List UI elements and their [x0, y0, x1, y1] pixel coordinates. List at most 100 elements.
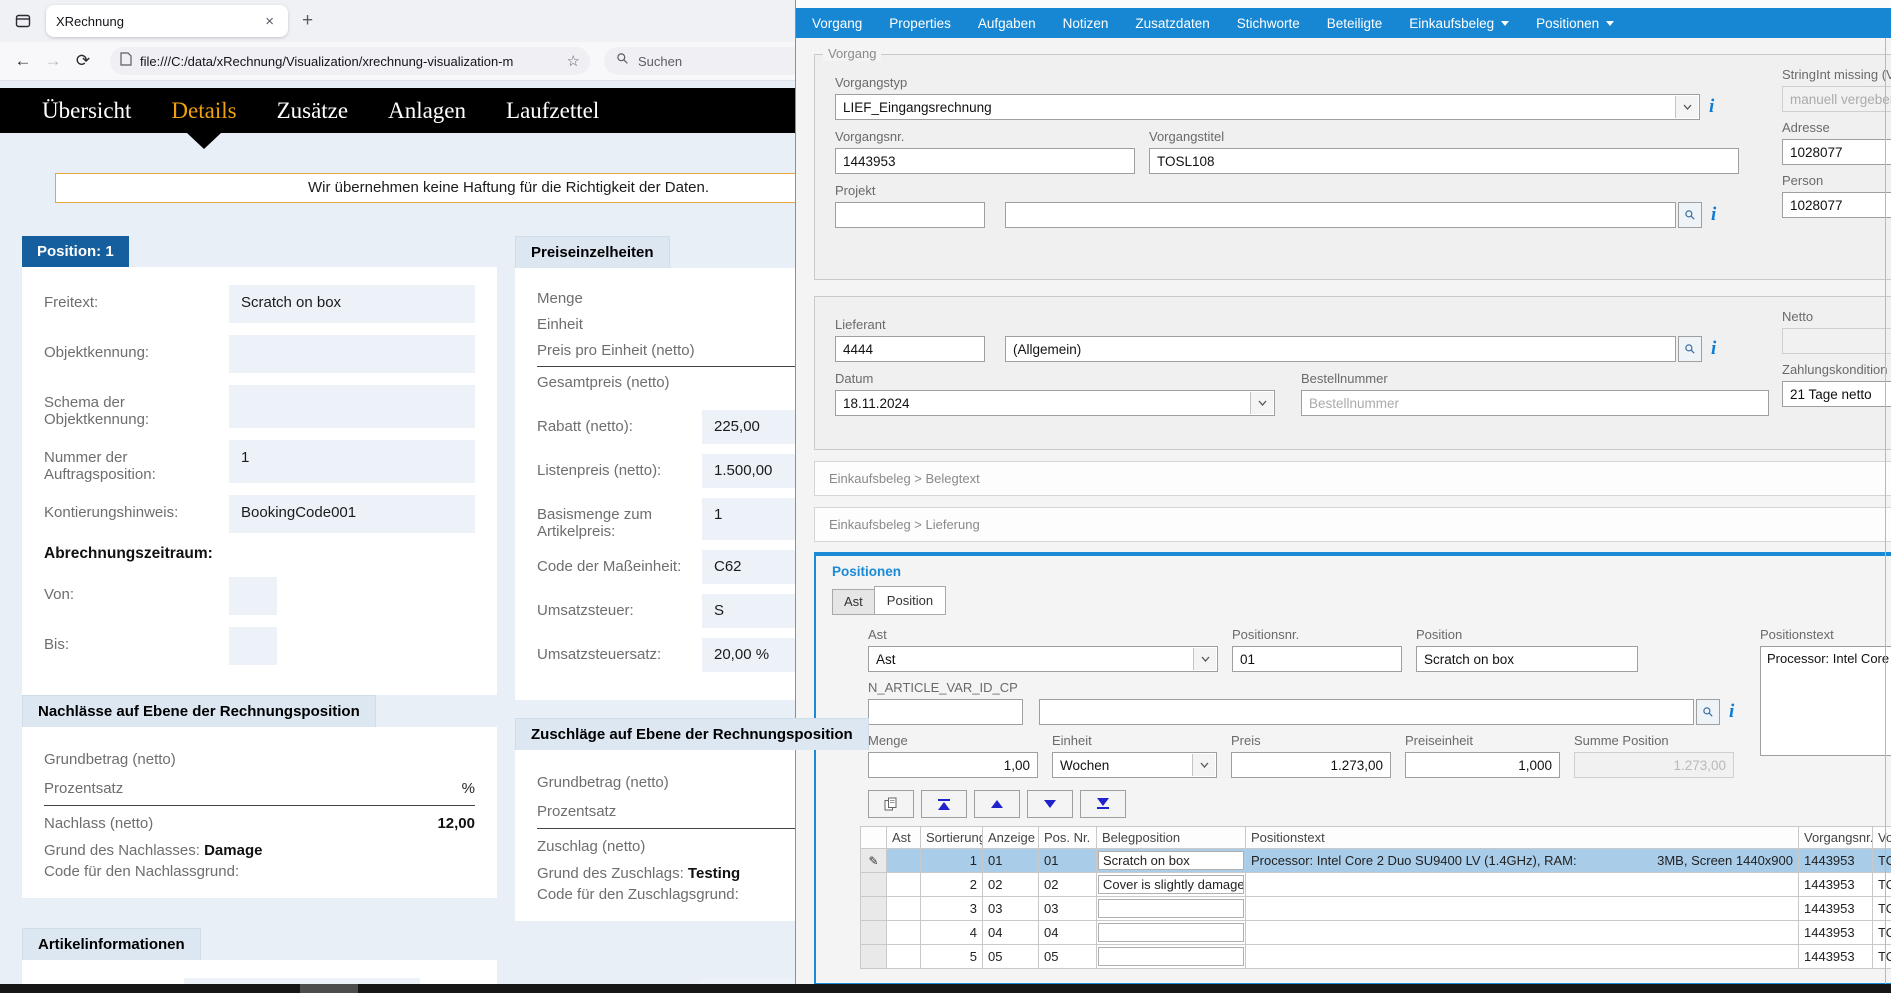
table-row[interactable]: 4 04 04 1443953 TOSL10 — [861, 921, 1891, 945]
menu-item-beteiligte[interactable]: Beteiligte — [1327, 16, 1383, 31]
url-bar[interactable]: file:///C:/data/xRechnung/Visualization/… — [110, 47, 590, 75]
menu-item-stichworte[interactable]: Stichworte — [1237, 16, 1300, 31]
lieferant-name-input[interactable]: (Allgemein) — [1005, 336, 1676, 362]
cell-vorgangsnr[interactable]: 1443953 — [1799, 849, 1873, 873]
cell-belegposition[interactable] — [1097, 945, 1246, 969]
ast-select[interactable]: Ast — [868, 646, 1218, 672]
move-down-button[interactable] — [1027, 790, 1073, 818]
einheit-select[interactable]: Wochen — [1052, 752, 1217, 778]
cell-sortierung[interactable]: 4 — [921, 921, 983, 945]
menu-item-einkaufsbeleg[interactable]: Einkaufsbeleg — [1409, 16, 1509, 31]
cell-posnr[interactable]: 03 — [1039, 897, 1097, 921]
menge-input[interactable]: 1,00 — [868, 752, 1038, 778]
reload-icon[interactable]: ⟳ — [68, 46, 98, 76]
forward-icon[interactable]: → — [38, 46, 68, 76]
projekt-name-input[interactable] — [1005, 202, 1676, 228]
chevron-down-icon[interactable] — [1675, 96, 1698, 118]
vorgangstitel-input[interactable]: TOSL108 — [1149, 148, 1739, 174]
move-bottom-button[interactable] — [1080, 790, 1126, 818]
nav-tab-details[interactable]: Details — [171, 88, 236, 133]
browser-tab[interactable]: XRechnung × — [46, 5, 288, 37]
cell-positionstext[interactable] — [1246, 921, 1799, 945]
cell-positionstext[interactable] — [1246, 873, 1799, 897]
menu-item-notizen[interactable]: Notizen — [1063, 16, 1109, 31]
cell-anzeige[interactable]: 04 — [983, 921, 1039, 945]
cell-vorgang[interactable]: TOSL10 — [1873, 897, 1891, 921]
table-row[interactable]: 3 03 03 1443953 TOSL10 — [861, 897, 1891, 921]
menu-item-positionen[interactable]: Positionen — [1536, 16, 1614, 31]
cell-posnr[interactable]: 01 — [1039, 849, 1097, 873]
cell-ast[interactable] — [887, 873, 921, 897]
search-lookup-button[interactable] — [1678, 202, 1702, 228]
position-input[interactable]: Scratch on box — [1416, 646, 1638, 672]
info-icon[interactable]: i — [1709, 94, 1714, 120]
cell-belegposition[interactable]: Cover is slightly damaged. — [1097, 873, 1246, 897]
cell-sortierung[interactable]: 5 — [921, 945, 983, 969]
nav-tab-uebersicht[interactable]: Übersicht — [42, 88, 131, 133]
cell-vorgang[interactable]: TOSL10 — [1873, 945, 1891, 969]
nav-tab-zusaetze[interactable]: Zusätze — [277, 88, 349, 133]
positionsnr-input[interactable]: 01 — [1232, 646, 1402, 672]
tab-close-icon[interactable]: × — [261, 13, 278, 30]
search-lookup-button[interactable] — [1696, 699, 1720, 725]
tab-ast[interactable]: Ast — [832, 589, 875, 615]
menu-item-aufgaben[interactable]: Aufgaben — [978, 16, 1036, 31]
menu-item-zusatzdaten[interactable]: Zusatzdaten — [1135, 16, 1209, 31]
cell-positionstext[interactable] — [1246, 945, 1799, 969]
adresse-input[interactable]: 1028077 — [1782, 139, 1891, 165]
cell-ast[interactable] — [887, 921, 921, 945]
bestellnummer-input[interactable]: Bestellnummer — [1301, 390, 1769, 416]
cell-vorgang[interactable]: TOSL10 — [1873, 849, 1891, 873]
cell-anzeige[interactable]: 02 — [983, 873, 1039, 897]
cell-ast[interactable] — [887, 945, 921, 969]
cell-positionstext[interactable]: Processor: Intel Core 2 Duo SU9400 LV (1… — [1246, 849, 1799, 873]
bookmark-star-icon[interactable]: ☆ — [567, 52, 580, 70]
cell-vorgangsnr[interactable]: 1443953 — [1799, 945, 1873, 969]
move-up-button[interactable] — [974, 790, 1020, 818]
info-icon[interactable]: i — [1711, 336, 1716, 362]
preiseinheit-input[interactable]: 1,000 — [1405, 752, 1560, 778]
cell-vorgang[interactable]: TOSL10 — [1873, 873, 1891, 897]
col-header-positionstext[interactable]: Positionstext — [1246, 827, 1799, 849]
col-header-sortierung[interactable]: Sortierung — [921, 827, 983, 849]
netto-input[interactable] — [1782, 328, 1891, 354]
cell-positionstext[interactable] — [1246, 897, 1799, 921]
menu-item-vorgang[interactable]: Vorgang — [812, 16, 862, 31]
cell-vorgang[interactable]: TOSL10 — [1873, 921, 1891, 945]
preis-input[interactable]: 1.273,00 — [1231, 752, 1391, 778]
section-belegtext[interactable]: Einkaufsbeleg > Belegtext — [814, 461, 1891, 496]
cell-anzeige[interactable]: 05 — [983, 945, 1039, 969]
new-tab-button[interactable]: + — [302, 10, 313, 32]
firefox-view-icon[interactable] — [10, 8, 36, 34]
positionstext-textarea[interactable]: Processor: Intel Core — [1760, 646, 1891, 756]
cell-posnr[interactable]: 02 — [1039, 873, 1097, 897]
tab-position[interactable]: Position — [874, 586, 946, 615]
menu-item-properties[interactable]: Properties — [889, 16, 951, 31]
back-icon[interactable]: ← — [8, 46, 38, 76]
cell-vorgangsnr[interactable]: 1443953 — [1799, 921, 1873, 945]
cell-belegposition[interactable] — [1097, 897, 1246, 921]
cell-anzeige[interactable]: 01 — [983, 849, 1039, 873]
lieferant-nr-input[interactable]: 4444 — [835, 336, 985, 362]
cell-vorgangsnr[interactable]: 1443953 — [1799, 897, 1873, 921]
vorgangsnr-input[interactable]: 1443953 — [835, 148, 1135, 174]
zahlungskondition-input[interactable]: 21 Tage netto — [1782, 381, 1891, 407]
section-lieferung[interactable]: Einkaufsbeleg > Lieferung — [814, 507, 1891, 542]
cell-anzeige[interactable]: 03 — [983, 897, 1039, 921]
col-header-vorgang[interactable]: Vorgang — [1873, 827, 1891, 849]
chevron-down-icon[interactable] — [1192, 754, 1215, 776]
copy-row-button[interactable] — [868, 790, 914, 818]
info-icon[interactable]: i — [1711, 202, 1716, 228]
table-row-selected[interactable]: ✎ 1 01 01 Scratch on box Processor: Inte… — [861, 849, 1891, 873]
col-header-posnr[interactable]: Pos. Nr. — [1039, 827, 1097, 849]
chevron-down-icon[interactable] — [1250, 392, 1273, 414]
info-icon[interactable]: i — [1729, 699, 1734, 725]
nav-tab-anlagen[interactable]: Anlagen — [388, 88, 466, 133]
projekt-nr-input[interactable] — [835, 202, 985, 228]
cell-sortierung[interactable]: 3 — [921, 897, 983, 921]
col-header-anzeige[interactable]: Anzeige — [983, 827, 1039, 849]
cell-belegposition[interactable]: Scratch on box — [1097, 849, 1246, 873]
cell-sortierung[interactable]: 2 — [921, 873, 983, 897]
move-top-button[interactable] — [921, 790, 967, 818]
person-input[interactable]: 1028077 — [1782, 192, 1891, 218]
